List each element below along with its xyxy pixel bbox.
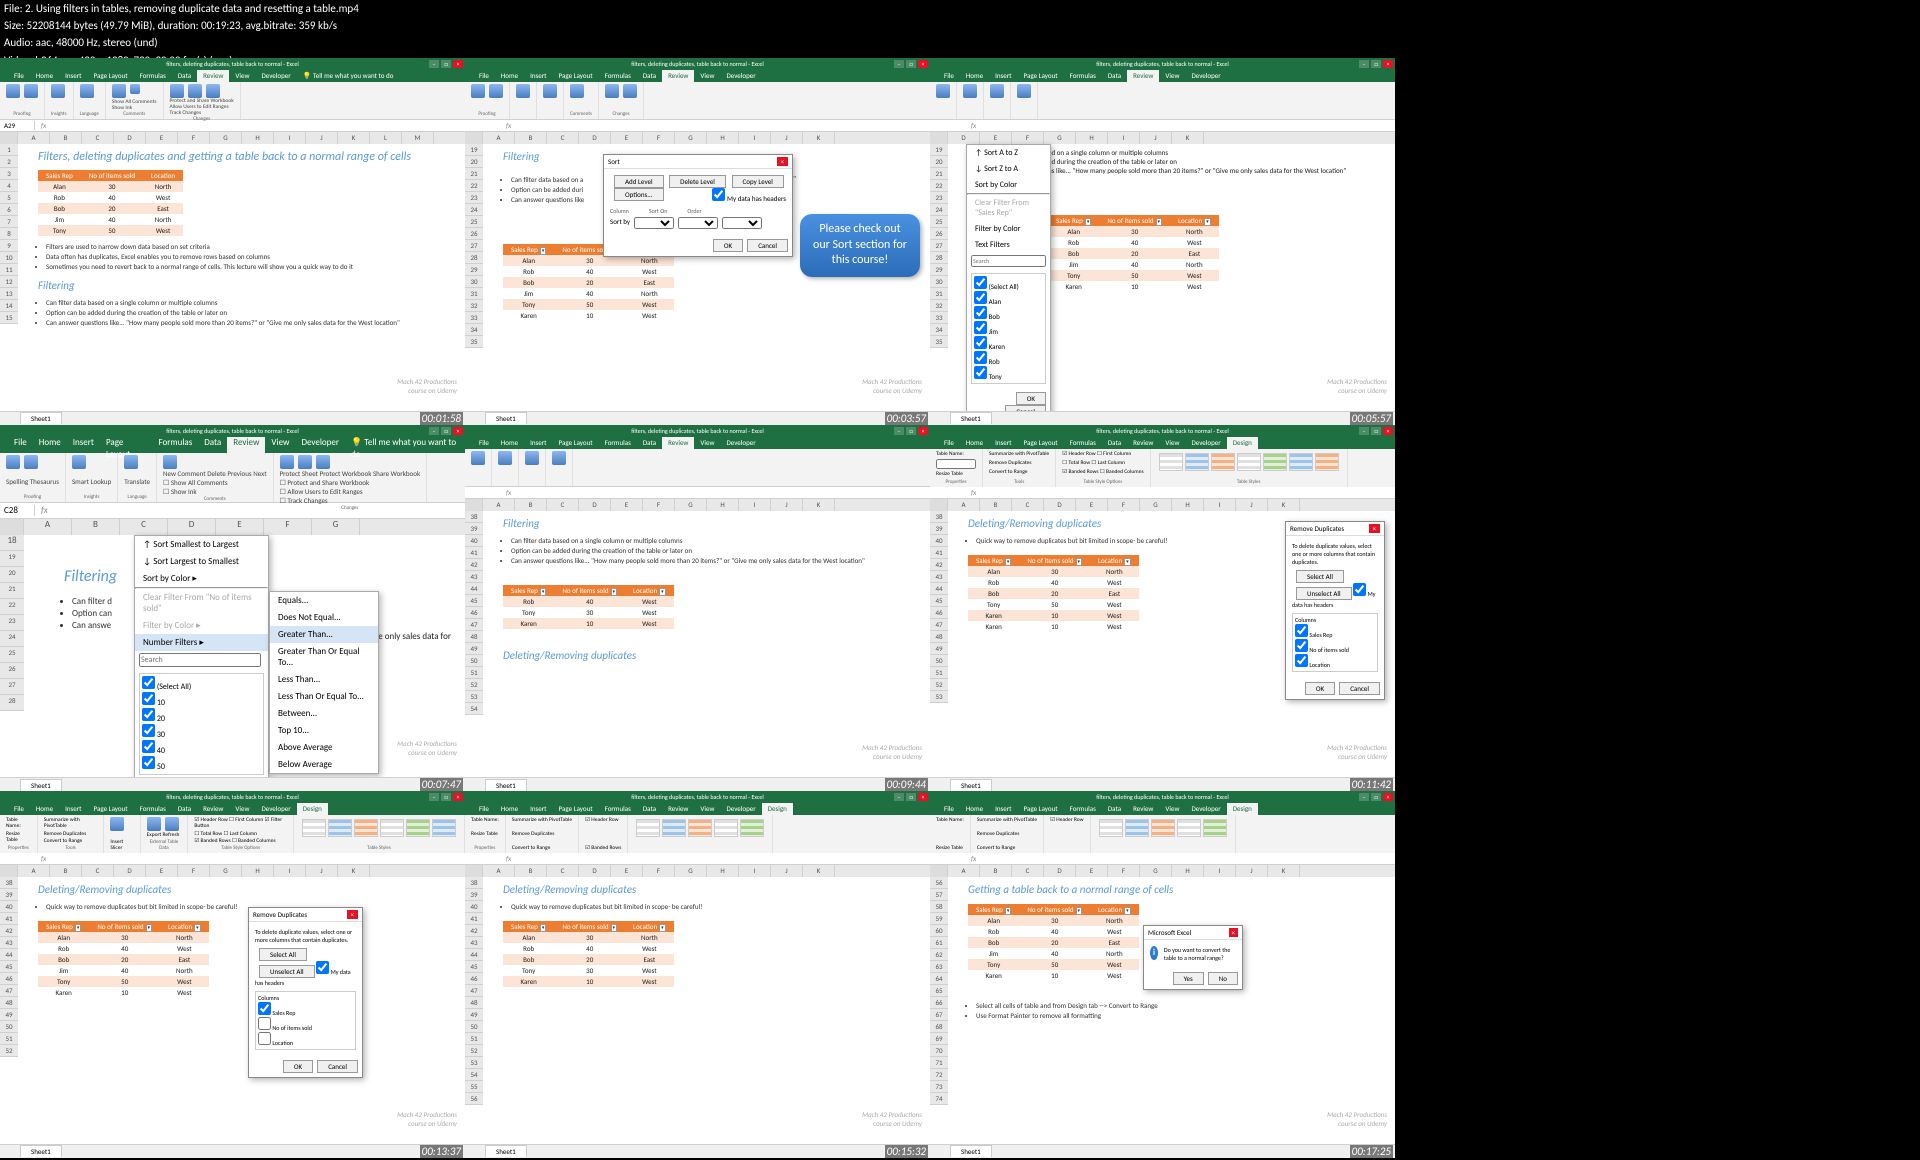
delete-icon[interactable] [130,84,140,94]
thumbnail-5: filters, deleting duplicates, table back… [465,425,930,792]
sort-az-item[interactable]: ↑ Sort A to Z [967,145,1050,161]
timestamp-7: 00:13:37 [420,1145,463,1158]
remove-duplicates-dialog[interactable]: Remove Duplicates× To delete duplicate v… [248,907,363,1078]
delete-level-button[interactable]: Delete Level [669,175,726,188]
thumbnail-4: filters, deleting duplicates, table back… [0,425,465,792]
timestamp-3: 00:05:57 [1350,412,1393,425]
cancel-button[interactable]: Cancel [747,239,788,252]
spelling-icon[interactable] [6,84,20,98]
remove-duplicates-dialog[interactable]: Remove Duplicates× To delete duplicate v… [1285,521,1385,700]
timestamp-1: 00:01:58 [420,412,463,425]
thumbnail-7: filters, deleting duplicates, table back… [0,791,465,1158]
thumbnail-6: filters, deleting duplicates, table back… [930,425,1395,792]
sort-dialog[interactable]: Sort× Add Level Delete Level Copy Level … [603,154,793,257]
info-icon: i [1150,946,1158,960]
tab-developer[interactable]: Developer [255,70,296,82]
name-box[interactable]: A29 [0,121,35,130]
no-button[interactable]: No [1208,972,1238,985]
tab-insert[interactable]: Insert [59,70,87,82]
greater-than-item[interactable]: Greater Than... [270,626,378,643]
spelling-icon[interactable] [6,455,20,469]
protectsheet-icon[interactable] [170,84,184,98]
minimize-icon[interactable]: – [429,60,439,68]
sort-za-item[interactable]: ↓ Sort Z to A [967,161,1050,177]
slide-title-1: Filters, deleting duplicates and getting… [38,150,461,164]
app-title: filters, deleting duplicates, table back… [166,60,299,68]
thesaurus-icon[interactable] [24,84,38,98]
thumbnail-1: filters, deleting duplicates, table back… [0,58,465,425]
close-icon[interactable]: × [777,157,789,166]
tab-design[interactable]: Design [1227,437,1258,449]
search-input[interactable] [971,255,1046,267]
timestamp-9: 00:17:25 [1350,1145,1393,1158]
thumbnail-9: filters, deleting duplicates, table back… [930,791,1395,1158]
tab-pagelayout[interactable]: Page Layout [88,70,134,82]
sheet-tab[interactable]: Sheet1 [20,412,62,424]
tab-formulas[interactable]: Formulas [134,70,172,82]
tab-review[interactable]: Review [197,70,229,82]
slide-title-filtering: Filtering [38,279,461,292]
number-filter-menu[interactable]: ↑ Sort Smallest to Largest ↓ Sort Larges… [134,535,269,792]
autofilter-menu[interactable]: ↑ Sort A to Z ↓ Sort Z to A Sort by Colo… [966,144,1051,423]
thumbnail-3: filters, deleting duplicates, table back… [930,58,1395,425]
sort-callout: Please check out our Sort section for th… [800,214,920,277]
timestamp-5: 00:09:44 [885,778,928,791]
thumbnail-grid: filters, deleting duplicates, table back… [0,58,1395,1158]
number-filters-item[interactable]: Number Filters ▸ [135,634,268,651]
ok-button[interactable]: OK [713,239,743,252]
tab-data[interactable]: Data [172,70,197,82]
thumbnail-2: filters, deleting duplicates, table back… [465,58,930,425]
options-button[interactable]: Options... [614,188,664,201]
yes-button[interactable]: Yes [1173,972,1204,985]
filter-dropdown-icon[interactable]: ▾ [540,247,547,255]
slicer-icon[interactable] [110,817,124,831]
window-title-bar: filters, deleting duplicates, table back… [0,58,465,70]
media-audio-line: Audio: aac, 48000 Hz, stereo (und) [0,34,1920,51]
close-icon[interactable]: × [453,60,463,68]
fx-icon[interactable]: fx [35,121,52,130]
tab-file[interactable]: File [8,70,30,82]
maximize-icon[interactable]: □ [441,60,451,68]
timestamp-4: 00:07:47 [420,778,463,791]
number-filters-submenu[interactable]: Equals... Does Not Equal... Greater Than… [269,591,379,774]
tab-home[interactable]: Home [30,70,59,82]
intro-data-table: Sales RepNo of items soldLocation Alan30… [38,170,183,236]
sharewb-icon[interactable] [206,84,220,98]
newcomment-icon[interactable] [112,84,126,98]
timestamp-8: 00:15:32 [885,1145,928,1158]
media-file-line: File: 2. Using filters in tables, removi… [0,0,1920,17]
smartlookup-icon[interactable] [51,84,65,98]
translate-icon[interactable] [80,84,94,98]
ribbon-tabs: File Home Insert Page Layout Formulas Da… [0,70,465,82]
timestamp-6: 00:11:42 [1350,778,1393,791]
add-level-button[interactable]: Add Level [614,175,664,188]
thesaurus-icon[interactable] [24,455,38,469]
ribbon-body-review: Proofing Insights Language Show All Comm… [0,82,465,120]
convert-confirm-dialog[interactable]: Microsoft Excel× iDo you want to convert… [1143,925,1243,990]
tab-tellme[interactable]: 💡 Tell me what you want to do [297,70,400,82]
timestamp-2: 00:03:57 [885,412,928,425]
protectwb-icon[interactable] [188,84,202,98]
thumbnail-8: filters, deleting duplicates, table back… [465,791,930,1158]
tab-view[interactable]: View [229,70,255,82]
media-size-line: Size: 52208144 bytes (49.79 MiB), durati… [0,17,1920,34]
copy-level-button[interactable]: Copy Level [732,175,784,188]
